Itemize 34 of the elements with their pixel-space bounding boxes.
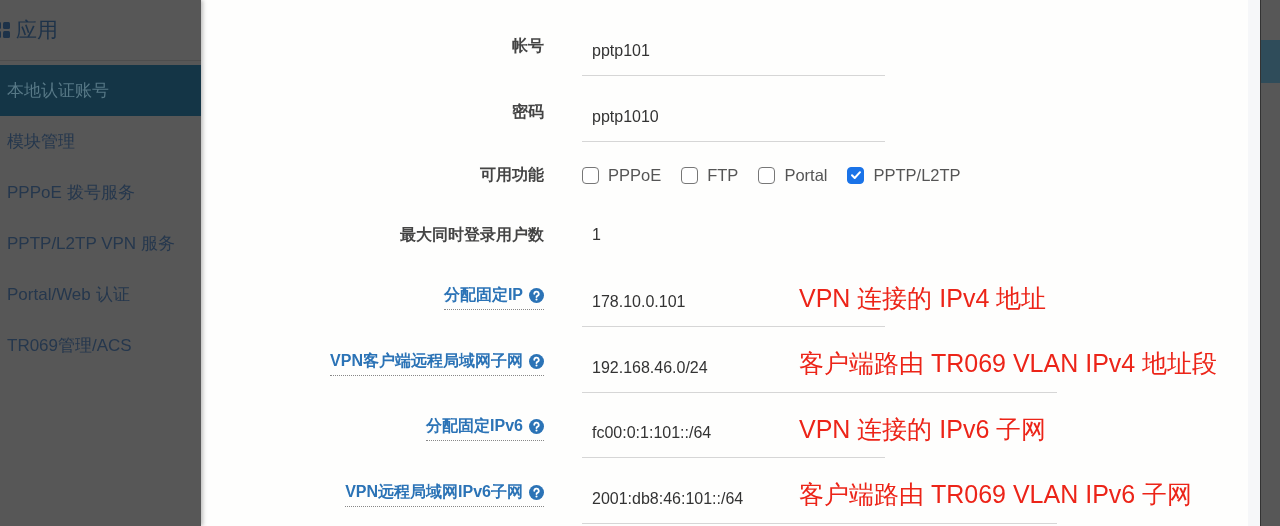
input-field[interactable]: 2001:db8:46:101::/64 [582, 474, 787, 523]
checkbox[interactable] [681, 166, 699, 184]
help-icon[interactable] [529, 288, 544, 304]
input-field[interactable]: pptp1010 [582, 92, 885, 141]
help-icon[interactable] [529, 353, 544, 369]
annotation-text: VPN 连接的 IPv6 子网 [799, 413, 1047, 445]
checkbox[interactable] [847, 166, 865, 184]
help-label[interactable]: 分配固定IP [443, 285, 544, 311]
help-label[interactable]: VPN远程局域网IPv6子网 [345, 481, 544, 507]
input-field[interactable]: pptp101 [582, 27, 885, 76]
checkbox-label[interactable]: PPTP/L2TP [873, 165, 961, 185]
help-icon[interactable] [529, 484, 544, 500]
sidebar-title: 应用 [16, 17, 58, 43]
field-label: 密码 [512, 102, 544, 120]
checkbox[interactable] [582, 166, 599, 184]
annotation-text: VPN 连接的 IPv4 地址 [799, 282, 1047, 314]
checkbox[interactable] [758, 166, 776, 184]
help-label[interactable]: 分配固定IPv6 [426, 416, 544, 442]
checkbox-label[interactable]: FTP [707, 165, 739, 185]
input-field[interactable]: fc00:0:1:101::/64 [582, 409, 787, 458]
input-field[interactable]: 1 [582, 211, 885, 259]
help-icon[interactable] [529, 419, 544, 435]
check-icon [850, 169, 862, 181]
help-label[interactable]: VPN客户端远程局域网子网 [330, 350, 544, 376]
checkbox-label[interactable]: PPPoE [608, 165, 662, 185]
input-field[interactable]: 178.10.0.101 [582, 278, 787, 327]
annotation-text: 客户端路由 TR069 VLAN IPv4 地址段 [799, 347, 1218, 379]
field-label: 可用功能 [480, 165, 544, 183]
checkbox-label[interactable]: Portal [784, 165, 828, 185]
input-field[interactable]: 192.168.46.0/24 [582, 343, 787, 392]
annotation-text: 客户端路由 TR069 VLAN IPv6 子网 [799, 478, 1193, 510]
field-label: 最大同时登录用户数 [400, 225, 544, 243]
field-label: 帐号 [512, 37, 544, 55]
header-bar [1261, 40, 1280, 83]
